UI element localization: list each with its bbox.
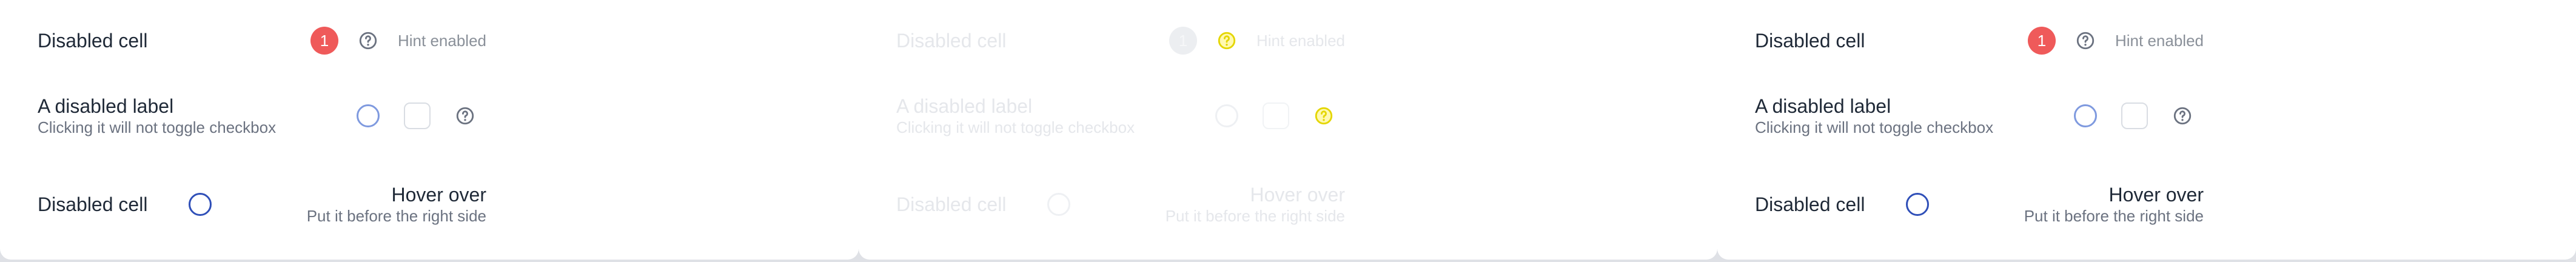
question-circle-icon[interactable] bbox=[2172, 106, 2193, 126]
question-circle-icon[interactable] bbox=[455, 106, 475, 126]
radio-button[interactable] bbox=[1906, 193, 1930, 216]
right-title: Hover over bbox=[2108, 184, 2204, 206]
row-disabled-label: A disabled label Clicking it will not to… bbox=[38, 95, 486, 137]
radio-button bbox=[1047, 193, 1071, 216]
hint-text: Hint enabled bbox=[2115, 31, 2204, 50]
cell-panel-1: Disabled cell 1 Hint enabled A disabled … bbox=[0, 0, 859, 260]
row-disabled-label: A disabled label Clicking it will not to… bbox=[896, 95, 1345, 137]
hint-text: Hint enabled bbox=[1256, 31, 1345, 50]
cell-title: Disabled cell bbox=[1755, 193, 1865, 215]
checkbox[interactable] bbox=[404, 102, 431, 129]
cell-title: A disabled label bbox=[1755, 95, 1891, 117]
cell-panel-2: Disabled cell 1 Hint enabled A disabled … bbox=[859, 0, 1717, 260]
cell-title: Disabled cell bbox=[38, 193, 148, 215]
checkbox[interactable] bbox=[2121, 102, 2148, 129]
cell-panel-3: Disabled cell 1 Hint enabled A disabled … bbox=[1717, 0, 2576, 260]
row-disabled-cell-hint: Disabled cell 1 Hint enabled bbox=[1755, 27, 2204, 55]
canvas: Disabled cell 1 Hint enabled A disabled … bbox=[0, 0, 2576, 262]
cell-subtitle: Clicking it will not toggle checkbox bbox=[896, 118, 1135, 136]
cell-subtitle: Clicking it will not toggle checkbox bbox=[38, 118, 277, 136]
cell-title: A disabled label bbox=[38, 95, 174, 117]
question-circle-icon bbox=[1313, 106, 1334, 126]
question-circle-icon bbox=[1216, 30, 1237, 51]
hint-text: Hint enabled bbox=[398, 31, 486, 50]
radio-button[interactable] bbox=[357, 104, 380, 127]
radio-button[interactable] bbox=[2074, 104, 2097, 127]
cell-title: Disabled cell bbox=[896, 193, 1007, 215]
count-badge: 1 bbox=[2028, 27, 2056, 55]
right-subtitle: Put it before the right side bbox=[1165, 207, 1345, 225]
row-disabled-cell-hover: Disabled cell Hover over Put it before t… bbox=[1755, 183, 2204, 226]
count-badge: 1 bbox=[1169, 27, 1197, 55]
radio-button[interactable] bbox=[189, 193, 212, 216]
right-title: Hover over bbox=[1250, 184, 1346, 206]
row-disabled-cell-hover: Disabled cell Hover over Put it before t… bbox=[38, 183, 486, 226]
right-title: Hover over bbox=[391, 184, 487, 206]
cell-title: Disabled cell bbox=[896, 30, 1007, 52]
question-circle-icon[interactable] bbox=[2075, 30, 2096, 51]
checkbox bbox=[1263, 102, 1289, 129]
right-subtitle: Put it before the right side bbox=[2024, 207, 2204, 225]
cell-title: Disabled cell bbox=[1755, 30, 1865, 52]
row-disabled-label: A disabled label Clicking it will not to… bbox=[1755, 95, 2204, 137]
row-disabled-cell-hover: Disabled cell Hover over Put it before t… bbox=[896, 183, 1345, 226]
row-disabled-cell-hint: Disabled cell 1 Hint enabled bbox=[38, 27, 486, 55]
cell-subtitle: Clicking it will not toggle checkbox bbox=[1755, 118, 1994, 136]
cell-title: A disabled label bbox=[896, 95, 1033, 117]
radio-button bbox=[1215, 104, 1238, 127]
cell-title: Disabled cell bbox=[38, 30, 148, 52]
count-badge: 1 bbox=[310, 27, 338, 55]
right-subtitle: Put it before the right side bbox=[306, 207, 486, 225]
question-circle-icon[interactable] bbox=[358, 30, 378, 51]
row-disabled-cell-hint: Disabled cell 1 Hint enabled bbox=[896, 27, 1345, 55]
